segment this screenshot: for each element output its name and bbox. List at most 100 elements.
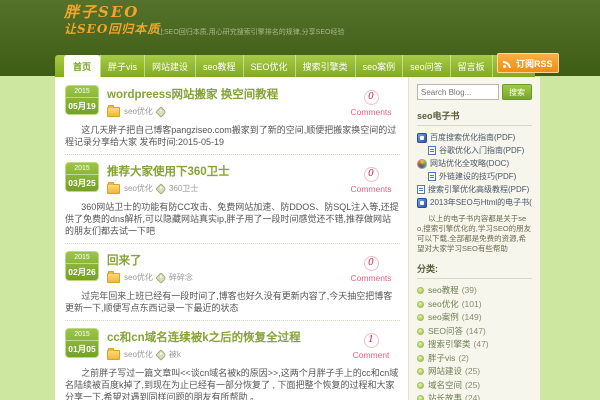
post-category-link[interactable]: seo优化 — [124, 106, 153, 117]
content-area: 2015 05月19 wordpreess网站搬家 换空间教程 seo优化 0 … — [55, 77, 540, 400]
category-item[interactable]: 域名空间 (25) — [417, 379, 532, 393]
page: 胖子SEO 让SEO回归本质 让SEO回归本质,用心研究搜索引擎排名的规律,分享… — [0, 0, 600, 400]
ebook-item[interactable]: 2013年SEO与Html的电子书(DOC) — [417, 196, 532, 209]
post-day: 03月25 — [68, 178, 96, 188]
post-year: 2015 — [66, 252, 98, 264]
bullet-icon — [417, 354, 424, 362]
category-item[interactable]: 胖子vis (2) — [417, 352, 532, 366]
folder-icon — [107, 271, 120, 283]
nav-item-home[interactable]: 首页 — [64, 55, 101, 77]
tag-icon — [155, 348, 167, 361]
search-button[interactable]: 搜索 — [502, 84, 532, 100]
ebook-item[interactable]: 外链建设的技巧(PDF) — [417, 170, 532, 183]
ebook-link: 搜索引擎优化高级教程(PDF) — [428, 185, 530, 194]
post-day: 02月26 — [68, 267, 96, 277]
nav-item-seo-qa[interactable]: seo问答 — [403, 55, 451, 77]
post-year: 2015 — [66, 86, 98, 98]
folder-icon — [107, 348, 120, 360]
ebook-item[interactable]: 谷歌优化入门指南(PDF) — [417, 144, 532, 157]
post-year: 2015 — [66, 163, 98, 175]
nav-item-guestbook[interactable]: 留言板 — [451, 55, 493, 77]
category-label: seo案例 — [428, 312, 459, 322]
rss-icon — [503, 58, 513, 68]
bullet-icon — [417, 287, 424, 295]
category-count: (25) — [465, 366, 481, 376]
post-date-badge: 2015 05月19 — [65, 85, 99, 115]
post-category-link[interactable]: seo优化 — [124, 349, 153, 360]
ebook-link: 谷歌优化入门指南(PDF) — [439, 146, 525, 155]
category-count: (39) — [461, 285, 477, 295]
bullet-icon — [417, 300, 424, 308]
post-date-badge: 2015 03月25 — [65, 162, 99, 192]
comments-label: Comments — [350, 184, 392, 194]
ebook-link: 百度搜索优化指南(PDF) — [430, 133, 516, 142]
nav-item-seo-case[interactable]: seo案例 — [356, 55, 404, 77]
category-item[interactable]: seo案例 (149) — [417, 311, 532, 325]
post-excerpt: 之前胖子写过一篇文章叫<<谈cn域名被k的原因>>,这两个月胖子手上的cc和cn… — [65, 368, 399, 400]
nav-item-webbuild[interactable]: 网站建设 — [145, 55, 197, 77]
main-nav: 首页 胖子vis 网站建设 seo教程 SEO优化 搜索引擎类 seo案例 se… — [55, 55, 535, 77]
category-item[interactable]: 站长故事 (24) — [417, 392, 532, 400]
post-comments-link[interactable]: 0 Comments — [342, 162, 400, 194]
category-label: 搜索引擎类 — [428, 339, 471, 349]
category-label: seo优化 — [428, 298, 459, 309]
category-count: (149) — [461, 312, 482, 322]
category-label: 胖子vis — [428, 352, 456, 363]
site-logo-line1: 胖子SEO — [64, 3, 140, 21]
post-title-link[interactable]: cc和cn域名连续被k之后的恢复全过程 — [107, 329, 342, 345]
category-label: seo教程 — [428, 285, 459, 295]
category-label: 网站建设 — [428, 366, 463, 376]
post: 2015 02月26 回来了 seo优化 碎碎念 0 Comments 过完年回… — [65, 251, 400, 321]
post-title-link[interactable]: 回来了 — [107, 252, 342, 268]
post-title-link[interactable]: wordpreess网站搬家 换空间教程 — [107, 86, 342, 102]
site-logo[interactable]: 胖子SEO 让SEO回归本质 — [64, 3, 160, 36]
sidebar: 搜索 seo电子书 百度搜索优化指南(PDF) 谷歌优化入门指南(PDF) 网站… — [408, 77, 540, 400]
search-input[interactable] — [417, 84, 499, 100]
comments-label: Comments — [350, 273, 392, 283]
bullet-icon — [417, 327, 424, 335]
nav-item-seo-optimize[interactable]: SEO优化 — [244, 55, 296, 77]
comments-count: 1 — [363, 333, 379, 348]
post-category-link[interactable]: seo优化 — [124, 183, 153, 194]
category-item[interactable]: 网站建设 (25) — [417, 365, 532, 379]
post-tag-link[interactable]: 360卫士 — [169, 183, 198, 194]
nav-item-seo-tutorial[interactable]: seo教程 — [196, 55, 244, 77]
post: 2015 03月25 推荐大家使用下360卫士 seo优化 360卫士 0 Co… — [65, 162, 400, 244]
post-meta: seo优化 — [107, 105, 342, 118]
app-icon — [417, 132, 427, 143]
site-tagline: 让SEO回归本质,用心研究搜索引擎排名的规律,分享SEO经验 — [157, 29, 345, 36]
search-widget: 搜索 — [417, 84, 532, 100]
ebook-item[interactable]: 搜索引擎优化高级教程(PDF) — [417, 183, 532, 196]
category-item[interactable]: seo优化 (101) — [417, 298, 532, 312]
post-excerpt: 过完年回来上班已经有一段时间了,博客也好久没有更新内容了,今天抽空把博客更新一下… — [65, 291, 393, 313]
comments-count: 0 — [363, 167, 379, 182]
post-tag-link[interactable]: 碎碎念 — [169, 272, 193, 283]
post-title-link[interactable]: 推荐大家使用下360卫士 — [107, 163, 342, 179]
nav-item-vis[interactable]: 胖子vis — [100, 55, 146, 77]
comments-count: 0 — [363, 256, 379, 271]
post-comments-link[interactable]: 0 Comments — [342, 85, 400, 117]
post-category-link[interactable]: seo优化 — [124, 272, 153, 283]
post-meta: seo优化 360卫士 — [107, 182, 342, 195]
category-count: (25) — [465, 379, 481, 390]
ebooks-section-title: seo电子书 — [417, 109, 532, 126]
post-date-badge: 2015 01月05 — [65, 328, 99, 358]
ebook-link: 2013年SEO与Html的电子书(DOC) — [430, 198, 532, 207]
category-item[interactable]: 搜索引擎类 (47) — [417, 338, 532, 352]
post-date-badge: 2015 02月26 — [65, 251, 99, 281]
post-comments-link[interactable]: 1 Comment — [342, 328, 400, 360]
post-list: 2015 05月19 wordpreess网站搬家 换空间教程 seo优化 0 … — [55, 77, 408, 400]
rss-subscribe-button[interactable]: 订阅RSS — [497, 53, 559, 73]
ebook-item[interactable]: 百度搜索优化指南(PDF) — [417, 131, 532, 144]
post-comments-link[interactable]: 0 Comments — [342, 251, 400, 283]
category-item[interactable]: seo教程 (39) — [417, 284, 532, 298]
category-item[interactable]: SEO问答 (147) — [417, 325, 532, 339]
nav-item-search-engine[interactable]: 搜索引擎类 — [296, 55, 356, 77]
category-count: (147) — [465, 325, 486, 336]
categories-section-title: 分类: — [417, 262, 532, 279]
post-tag-link[interactable]: 被k — [169, 349, 181, 360]
ebook-item[interactable]: 网站优化全攻略(DOC) — [417, 157, 532, 170]
category-label: 站长故事 — [428, 393, 463, 400]
post-excerpt: 360网站卫士的功能有防CC攻击、免费网站加速、防DDOS、防SQL注入等,还提… — [65, 202, 399, 236]
document-icon — [428, 146, 436, 155]
